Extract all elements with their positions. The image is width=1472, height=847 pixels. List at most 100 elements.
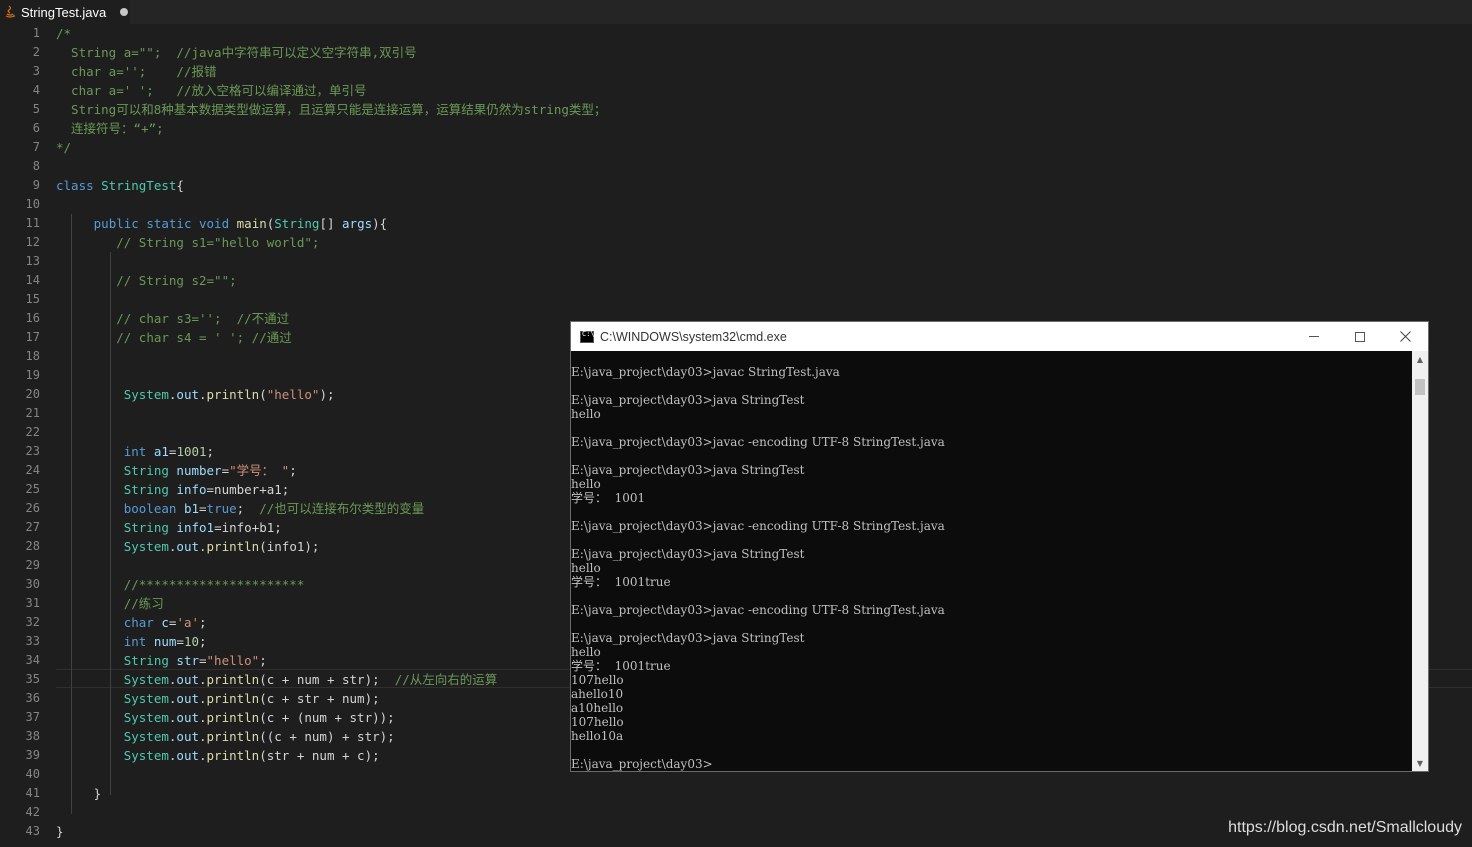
code-token: } [56, 824, 64, 839]
code-token: out [176, 710, 199, 725]
code-token: ; [236, 501, 260, 516]
scrollbar-thumb[interactable] [1415, 379, 1425, 395]
cmd-output-line: E:\java_project\day03>javac -encoding UT… [571, 519, 945, 533]
tab-stringtest-java[interactable]: StringTest.java [0, 0, 130, 24]
code-token: println [206, 710, 260, 725]
code-token: 10 [183, 634, 200, 649]
close-icon [1399, 331, 1411, 342]
cmd-output-line: E:\java_project\day03> [571, 757, 713, 771]
code-token: println [206, 729, 260, 744]
cmd-output-line: hello [571, 407, 601, 421]
line-number: 22 [25, 425, 40, 439]
code-token: = [199, 653, 207, 668]
cmd-output-line: E:\java_project\day03>javac StringTest.j… [571, 365, 840, 379]
code-token: String a=""; //java中字符串可以定义空字符串,双引号 [56, 45, 417, 60]
cmd-output-line: hello [571, 645, 601, 659]
code-token: { [176, 178, 184, 193]
cmd-window[interactable]: C:\WINDOWS\system32\cmd.exe E:\java_proj… [570, 321, 1429, 772]
code-token: = [221, 463, 230, 478]
code-token: . [199, 691, 207, 706]
line-number: 34 [25, 653, 40, 667]
maximize-icon [1355, 331, 1365, 342]
code-line: char a=' '; //放入空格可以编译通过，单引号 [56, 81, 366, 100]
scroll-down-arrow-icon[interactable]: ▼ [1412, 755, 1428, 771]
code-line: System.out.println((c + num) + str); [56, 727, 395, 746]
code-token: System [123, 729, 169, 744]
code-token: // char s4 = ' '; //通过 [116, 330, 292, 345]
code-token: println [206, 672, 260, 687]
line-number: 17 [25, 330, 40, 344]
code-token: . [199, 729, 207, 744]
code-token: 'a' [176, 615, 200, 630]
code-token: /* [56, 26, 72, 41]
minimize-button[interactable] [1291, 322, 1337, 351]
code-token: System [123, 672, 169, 687]
code-token: 连接符号：“+”; [56, 121, 164, 136]
code-line: char a=''; //报错 [56, 62, 216, 81]
code-line: System.out.println(str + num + c); [56, 746, 380, 765]
code-line: String a=""; //java中字符串可以定义空字符串,双引号 [56, 43, 417, 62]
maximize-button[interactable] [1337, 322, 1383, 351]
code-token: System [123, 387, 169, 402]
code-line: /* [56, 24, 71, 43]
line-number: 2 [32, 45, 40, 59]
code-token: String [274, 216, 320, 231]
code-token: info [176, 482, 207, 497]
code-token: c [161, 615, 169, 630]
code-token: = [176, 634, 184, 649]
code-token: (c + str + num); [259, 691, 380, 706]
cmd-output-line: hello [571, 477, 601, 491]
line-number: 12 [25, 235, 40, 249]
code-line: boolean b1=true; //也可以连接布尔类型的变量 [56, 499, 425, 518]
code-token: println [206, 691, 260, 706]
line-number: 7 [32, 140, 40, 154]
code-token: class [56, 178, 102, 193]
code-token: str [176, 653, 199, 668]
line-number: 11 [25, 216, 40, 230]
code-token: // char s3=''; //不通过 [116, 311, 290, 326]
cmd-output-line: E:\java_project\day03>javac -encoding UT… [571, 603, 945, 617]
line-number: 33 [25, 634, 40, 648]
line-number: 32 [25, 615, 40, 629]
code-line: */ [56, 138, 71, 157]
line-number: 4 [32, 83, 40, 97]
close-button[interactable] [1382, 322, 1428, 351]
code-line: int num=10; [56, 632, 207, 651]
code-token: ((c + num) + str); [259, 729, 395, 744]
line-number: 31 [25, 596, 40, 610]
code-token: out [176, 387, 199, 402]
code-line: String info=number+a1; [56, 480, 290, 499]
code-token: System [123, 748, 169, 763]
cmd-scrollbar[interactable]: ▲ ▼ [1412, 351, 1428, 771]
code-token: b1 [183, 501, 200, 516]
code-token: ){ [372, 216, 388, 231]
code-token: boolean [123, 501, 184, 516]
line-number: 16 [25, 311, 40, 325]
scroll-up-arrow-icon[interactable]: ▲ [1412, 351, 1428, 367]
code-token: //练习 [123, 596, 164, 611]
minimize-icon [1309, 336, 1319, 337]
code-token: println [206, 387, 260, 402]
code-token: char a=''; //报错 [56, 64, 217, 79]
code-token: = [199, 501, 207, 516]
cmd-title-bar[interactable]: C:\WINDOWS\system32\cmd.exe [571, 322, 1428, 351]
code-token: (c + (num + str)); [259, 710, 395, 725]
cmd-output[interactable]: E:\java_project\day03>javac StringTest.j… [571, 351, 1412, 771]
unsaved-dot-icon[interactable] [120, 8, 129, 16]
code-token: ); [319, 387, 335, 402]
line-number: 20 [25, 387, 40, 401]
line-number: 29 [25, 558, 40, 572]
code-line: String可以和8种基本数据类型做运算，且运算只能是连接运算，运算结果仍然为s… [56, 100, 606, 119]
code-line: // char s3=''; //不通过 [56, 309, 289, 328]
code-token: number [176, 463, 222, 478]
